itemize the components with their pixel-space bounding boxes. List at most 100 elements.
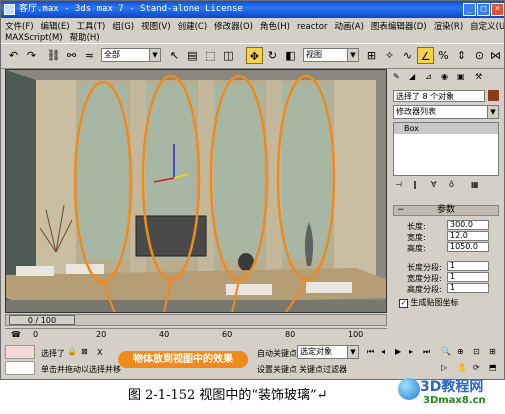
menu-item[interactable]: MAXScript(M) — [5, 33, 63, 43]
undo-icon[interactable]: ↶ — [5, 47, 22, 64]
timeline-tick-label: 40 — [159, 330, 170, 339]
zoom-icon[interactable]: 🔍 — [441, 347, 451, 356]
menu-item[interactable]: 修改器(O) — [214, 22, 253, 32]
param-spinner[interactable]: 300.0 — [447, 220, 489, 230]
ref-coord-dropdown[interactable]: 视图 ▼ — [303, 48, 359, 62]
manipulate-icon[interactable]: ✧ — [381, 47, 398, 64]
menu-item[interactable]: 自定义(U) — [470, 22, 504, 32]
gen-mapping-label: 生成贴图坐标 — [410, 298, 459, 307]
gen-mapping-checkbox[interactable]: ✓ — [399, 299, 408, 308]
remove-modifier-icon[interactable]: ô — [449, 180, 454, 189]
fov-icon[interactable]: ▷ — [441, 363, 447, 372]
prev-frame-icon[interactable]: ◂ — [381, 347, 385, 356]
menu-item[interactable]: reactor — [297, 22, 327, 32]
pin-stack-icon[interactable]: ⊣ — [395, 180, 402, 189]
spinner-snap-icon[interactable]: ⇕ — [453, 47, 470, 64]
modifier-stack[interactable]: Box — [393, 122, 499, 176]
key-filters-button[interactable]: 关键点过滤器 — [299, 364, 347, 375]
rect-selection-icon[interactable]: ⬚ — [202, 47, 219, 64]
menu-item[interactable]: 创建(C) — [178, 22, 208, 32]
command-tabs: ✎ ◢ ⊿ ◉ ▣ ⚒ — [389, 69, 503, 87]
motion-tab-icon[interactable]: ◉ — [441, 72, 448, 81]
menu-item[interactable]: 角色(H) — [260, 22, 290, 32]
unlink-icon[interactable]: ⚯ — [63, 47, 80, 64]
key-mode-dropdown[interactable]: 选定对象 ▼ — [297, 345, 359, 359]
select-rotate-icon[interactable]: ↻ — [264, 47, 281, 64]
angle-snap-icon[interactable]: ∠ — [417, 47, 434, 64]
lock-icon[interactable]: 🔒 — [67, 347, 77, 356]
window-crossing-icon[interactable]: ◫ — [220, 47, 237, 64]
configure-sets-icon[interactable]: ▦ — [471, 180, 479, 189]
show-end-result-icon[interactable]: ‖ — [413, 180, 417, 189]
mirror-icon[interactable]: ⋈ — [487, 47, 504, 64]
param-label: 高度: — [407, 244, 426, 253]
track-bar[interactable]: ☎ 0 20 40 60 80 100 — [5, 328, 387, 343]
abs-mode-icon[interactable]: ⊠ — [81, 347, 88, 356]
menu-item[interactable]: 渲染(R) — [434, 22, 464, 32]
gen-mapping-row[interactable]: ✓ 生成贴图坐标 — [399, 297, 459, 308]
track-bar-icon[interactable]: ☎ — [11, 330, 21, 339]
go-start-icon[interactable]: ⏮ — [367, 347, 374, 357]
play-icon[interactable]: ▶ — [395, 347, 401, 356]
go-end-icon[interactable]: ⏭ — [423, 347, 430, 357]
maximize-button[interactable]: □ — [477, 3, 490, 16]
menu-item[interactable]: 帮助(H) — [70, 33, 100, 43]
close-button[interactable]: × — [491, 3, 504, 16]
zoom-extents-all-icon[interactable]: ⊞ — [489, 347, 496, 356]
perspective-viewport[interactable] — [5, 69, 387, 313]
bind-spacewarp-icon[interactable]: ≈ — [81, 47, 98, 64]
params-rollout-header[interactable]: − 参数 — [393, 205, 499, 216]
select-scale-icon[interactable]: ◧ — [282, 47, 299, 64]
stack-item-box[interactable]: Box — [394, 123, 498, 134]
maximize-viewport-icon[interactable]: ⬒ — [489, 363, 497, 372]
zoom-all-icon[interactable]: ⊕ — [457, 347, 464, 356]
redo-icon[interactable]: ↷ — [23, 47, 40, 64]
pivot-icon[interactable]: ⊞ — [363, 47, 380, 64]
maxscript-listener[interactable] — [5, 345, 35, 359]
param-label: 长度分段: — [407, 263, 442, 272]
selection-filter-dropdown[interactable]: 全部 ▼ — [101, 48, 161, 62]
stack-item-label: Box — [404, 124, 419, 133]
maxscript-mini[interactable] — [5, 361, 35, 375]
menu-item[interactable]: 视图(V) — [141, 22, 170, 32]
utilities-tab-icon[interactable]: ⚒ — [475, 72, 482, 81]
param-value: 1 — [450, 272, 456, 281]
drawer — [66, 264, 104, 274]
modify-tab-icon[interactable]: ◢ — [409, 72, 415, 81]
hierarchy-tab-icon[interactable]: ⊿ — [425, 72, 432, 81]
time-slider-thumb[interactable]: 0 / 100 — [9, 315, 75, 325]
select-icon[interactable]: ↖ — [166, 47, 183, 64]
select-move-icon[interactable]: ✥ — [246, 47, 263, 64]
selection-info-field[interactable]: 选择了 8 个对象 — [393, 90, 485, 102]
zoom-extents-icon[interactable]: ⊡ — [473, 347, 480, 356]
param-spinner[interactable]: 1 — [447, 261, 489, 271]
create-tab-icon[interactable]: ✎ — [393, 72, 400, 81]
named-selection-icon[interactable]: ⊙ — [471, 47, 488, 64]
param-label: 长度: — [407, 222, 426, 231]
set-key-button[interactable]: 设置关键点 — [257, 364, 297, 375]
select-by-name-icon[interactable]: ▤ — [184, 47, 201, 64]
time-slider[interactable]: 0 / 100 — [5, 314, 387, 327]
param-spinner[interactable]: 1 — [447, 272, 489, 282]
object-color-swatch[interactable] — [488, 90, 499, 101]
menu-item[interactable]: 组(G) — [112, 22, 134, 32]
modifier-list-dropdown[interactable]: 修改器列表 ▼ — [393, 105, 499, 119]
param-spinner[interactable]: 1 — [447, 283, 489, 293]
menu-item[interactable]: 图表编辑器(D) — [371, 22, 427, 32]
minimize-button[interactable]: _ — [463, 3, 476, 16]
param-spinner[interactable]: 1050.0 — [447, 242, 489, 252]
percent-snap-icon[interactable]: % — [435, 47, 452, 64]
site-logo: 3D教程网 3Dmax8.cn — [398, 374, 502, 412]
display-tab-icon[interactable]: ▣ — [457, 72, 465, 81]
snap-icon[interactable]: ∿ — [399, 47, 416, 64]
link-icon[interactable]: ⛓ — [45, 47, 62, 64]
pan-icon[interactable]: ✋ — [457, 363, 467, 372]
orbit-icon[interactable]: ⟳ — [473, 363, 480, 372]
next-frame-icon[interactable]: ▸ — [409, 347, 413, 356]
make-unique-icon[interactable]: ∀ — [431, 180, 436, 189]
auto-key-button[interactable]: 自动关键点 — [257, 348, 297, 359]
app-window: 客厅.max - 3ds max 7 - Stand-alone License… — [0, 0, 505, 380]
drawer — [16, 266, 54, 276]
param-spinner[interactable]: 12.0 — [447, 231, 489, 241]
menu-item[interactable]: 动画(A) — [334, 22, 363, 32]
